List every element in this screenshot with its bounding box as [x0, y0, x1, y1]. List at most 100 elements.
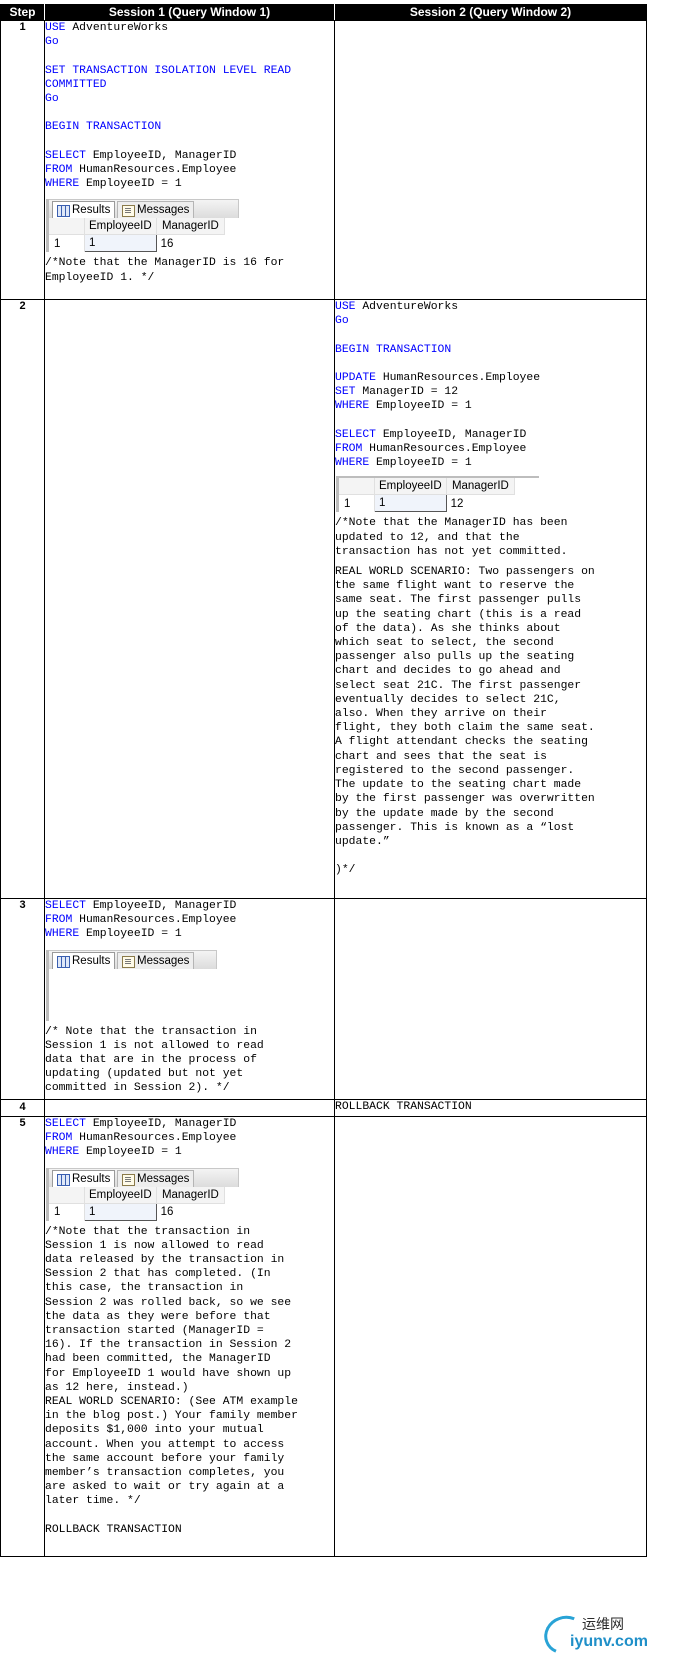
sql-text: EmployeeID, ManagerID: [376, 428, 527, 441]
session2-cell: ROLLBACK TRANSACTION: [334, 1099, 647, 1117]
header-session2: Session 2 (Query Window 2): [334, 4, 647, 21]
sql-keyword: USE: [335, 301, 356, 313]
sql-block: USE AdventureWorks Go BEGIN TRANSACTION …: [335, 300, 646, 470]
grid-cell-employeeid[interactable]: 1: [84, 234, 157, 253]
step-number: 5: [0, 1116, 45, 1557]
sql-text: HumanResources.Employee: [72, 914, 237, 927]
sql-keyword: FROM: [335, 443, 363, 456]
comment-note: /*Note that the ManagerID is 16 for Empl…: [45, 257, 285, 284]
tab-messages[interactable]: Messages: [117, 201, 195, 219]
sql-keyword: SELECT: [45, 1118, 87, 1130]
sql-text: EmployeeID = 1: [369, 400, 472, 413]
sql-text: HumanResources.Employee: [362, 443, 527, 456]
header-session1: Session 1 (Query Window 1): [44, 4, 335, 21]
tab-results[interactable]: Results: [52, 1169, 116, 1187]
sql-rollback: ROLLBACK TRANSACTION: [45, 1523, 182, 1536]
sql-block: SELECT EmployeeID, ManagerID FROM HumanR…: [45, 899, 334, 942]
tab-results[interactable]: Results: [52, 201, 116, 219]
sql-keyword: SELECT: [335, 428, 377, 441]
sql-keyword: SELECT: [45, 900, 87, 912]
sql-keyword: BEGIN TRANSACTION: [335, 343, 452, 356]
session1-cell-empty: [44, 299, 335, 899]
session1-cell: SELECT EmployeeID, ManagerID FROM HumanR…: [44, 898, 335, 1100]
tab-results-label: Results: [72, 954, 111, 967]
sql-text: EmployeeID = 1: [79, 928, 182, 941]
results-pane: Results Messages EmployeeID ManagerID 111…: [46, 199, 239, 253]
session1-cell: SELECT EmployeeID, ManagerID FROM HumanR…: [44, 1116, 335, 1557]
results-grid: EmployeeID ManagerID 1 1 12: [339, 478, 516, 513]
sql-keyword: Go: [45, 93, 59, 106]
sql-text: AdventureWorks: [65, 22, 169, 34]
sql-keyword: COMMITTED: [45, 78, 107, 91]
tab-results-label: Results: [72, 204, 111, 217]
results-tab-strip: Results Messages: [49, 1167, 239, 1187]
sql-keyword: FROM: [45, 914, 73, 927]
step-number: 4: [0, 1099, 45, 1117]
results-grid: EmployeeID ManagerID 1 1 16: [49, 218, 226, 253]
sql-text: EmployeeID, ManagerID: [86, 1118, 237, 1130]
sql-keyword: Go: [335, 315, 349, 328]
results-tab-strip: Results Messages: [49, 949, 217, 969]
grid-cell-employeeid[interactable]: 1: [374, 494, 447, 513]
tab-messages[interactable]: Messages: [117, 951, 195, 969]
comment-note: /*Note that the transaction in Session 1…: [45, 1225, 298, 1508]
grid-col-managerid: ManagerID: [156, 218, 226, 236]
session2-cell-empty: [334, 1116, 647, 1557]
sql-keyword: WHERE: [335, 457, 370, 470]
sql-keyword: WHERE: [335, 400, 370, 413]
sql-keyword: USE: [45, 22, 66, 34]
grid-row-number: 1: [49, 234, 85, 252]
sql-keyword: SET TRANSACTION ISOLATION LEVEL READ: [45, 64, 292, 77]
results-pane: Results Messages EmployeeID ManagerID 111…: [46, 1167, 239, 1221]
session1-cell-empty: [44, 1099, 335, 1117]
sql-rollback: ROLLBACK TRANSACTION: [335, 1101, 472, 1113]
grid-col-employeeid: EmployeeID: [374, 478, 447, 496]
grid-corner: [49, 1186, 85, 1204]
step-number: 2: [0, 299, 45, 899]
grid-icon: [57, 1173, 70, 1186]
step-row-4: 4 ROLLBACK TRANSACTION: [0, 1099, 647, 1117]
step-row-2: 2 USE AdventureWorks Go BEGIN TRANSACTIO…: [0, 299, 647, 899]
watermark: 运维网 iyunv.com: [538, 1609, 648, 1660]
tab-messages-label: Messages: [137, 954, 190, 967]
watermark-cn: 运维网: [582, 1617, 624, 1633]
sql-text: AdventureWorks: [355, 301, 459, 313]
session2-cell-empty: [334, 20, 647, 300]
header-row: Step Session 1 (Query Window 1) Session …: [0, 4, 647, 21]
sql-keyword: WHERE: [45, 928, 80, 941]
sql-keyword: UPDATE: [335, 372, 377, 385]
sql-block: SELECT EmployeeID, ManagerID FROM HumanR…: [45, 1117, 334, 1160]
grid-col-employeeid: EmployeeID: [84, 218, 157, 236]
grid-cell-managerid[interactable]: 16: [156, 235, 225, 252]
header-step: Step: [0, 4, 45, 21]
step-row-5: 5 SELECT EmployeeID, ManagerID FROM Huma…: [0, 1116, 647, 1557]
grid-row-number: 1: [339, 494, 375, 512]
step-row-1: 1 USE AdventureWorks Go SET TRANSACTION …: [0, 20, 647, 300]
comment-note: /* Note that the transaction in Session …: [45, 1025, 264, 1095]
messages-icon: [122, 205, 135, 218]
step-number: 1: [0, 20, 45, 300]
sql-text: EmployeeID = 1: [79, 178, 182, 191]
tab-messages-label: Messages: [137, 1172, 190, 1185]
tab-messages-label: Messages: [137, 204, 190, 217]
tab-results[interactable]: Results: [52, 951, 116, 969]
session2-cell: USE AdventureWorks Go BEGIN TRANSACTION …: [334, 299, 647, 899]
comment-close: )*/: [335, 864, 356, 877]
sql-text: EmployeeID = 1: [369, 457, 472, 470]
grid-cell-employeeid[interactable]: 1: [84, 1202, 157, 1221]
grid-corner: [49, 218, 85, 236]
grid-cell-managerid[interactable]: 16: [156, 1203, 225, 1220]
grid-corner: [339, 478, 375, 496]
step-row-3: 3 SELECT EmployeeID, ManagerID FROM Huma…: [0, 898, 647, 1100]
step-number: 3: [0, 898, 45, 1100]
grid-cell-managerid[interactable]: 12: [446, 495, 515, 512]
sql-keyword: Go: [45, 36, 59, 49]
watermark-en: iyunv.com: [570, 1633, 648, 1650]
sql-text: EmployeeID = 1: [79, 1146, 182, 1159]
grid-row-number: 1: [49, 1203, 85, 1221]
sql-text: EmployeeID, ManagerID: [86, 149, 237, 162]
tab-messages[interactable]: Messages: [117, 1169, 195, 1187]
sql-keyword: BEGIN TRANSACTION: [45, 121, 162, 134]
grid-col-managerid: ManagerID: [156, 1186, 226, 1204]
sql-text: EmployeeID, ManagerID: [86, 900, 237, 912]
